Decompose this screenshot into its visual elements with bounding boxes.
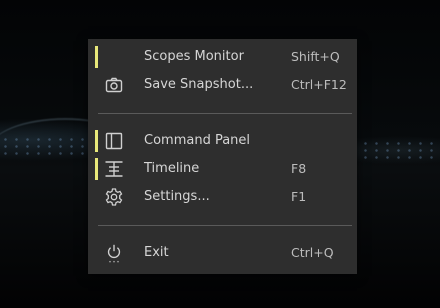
menu-item-shortcut: Shift+Q [291,49,340,64]
menu-item-shortcut: F1 [291,189,307,204]
active-marker [95,130,98,152]
timeline-icon [103,158,125,180]
menu-item-scopes-monitor[interactable]: Scopes Monitor Shift+Q [88,45,357,69]
menu-separator [98,225,352,226]
menu-item-shortcut: Ctrl+Q [291,245,334,260]
gear-icon [103,186,125,208]
menu-item-label: Timeline [144,161,200,176]
menu-item-exit[interactable]: Exit Ctrl+Q [88,241,357,265]
menu-item-save-snapshot[interactable]: Save Snapshot... Ctrl+F12 [88,73,357,97]
active-marker [95,158,98,180]
active-marker [95,46,98,68]
background-lights-left [0,136,88,156]
background-lights-right [360,140,440,160]
menu-item-shortcut: F8 [291,161,307,176]
menu-item-command-panel[interactable]: Command Panel [88,129,357,153]
menu-item-settings[interactable]: Settings... F1 [88,185,357,209]
menu-item-timeline[interactable]: Timeline F8 [88,157,357,181]
menu-item-label: Save Snapshot... [144,77,254,92]
menu-item-label: Scopes Monitor [144,49,244,64]
context-menu: Scopes Monitor Shift+Q Save Snapshot... … [88,39,357,274]
menu-item-label: Settings... [144,189,210,204]
menu-separator [98,113,352,114]
panel-icon [103,130,125,152]
power-icon [103,242,125,264]
menu-item-label: Command Panel [144,133,251,148]
menu-item-label: Exit [144,245,169,260]
camera-icon [103,74,125,96]
menu-item-shortcut: Ctrl+F12 [291,77,347,92]
